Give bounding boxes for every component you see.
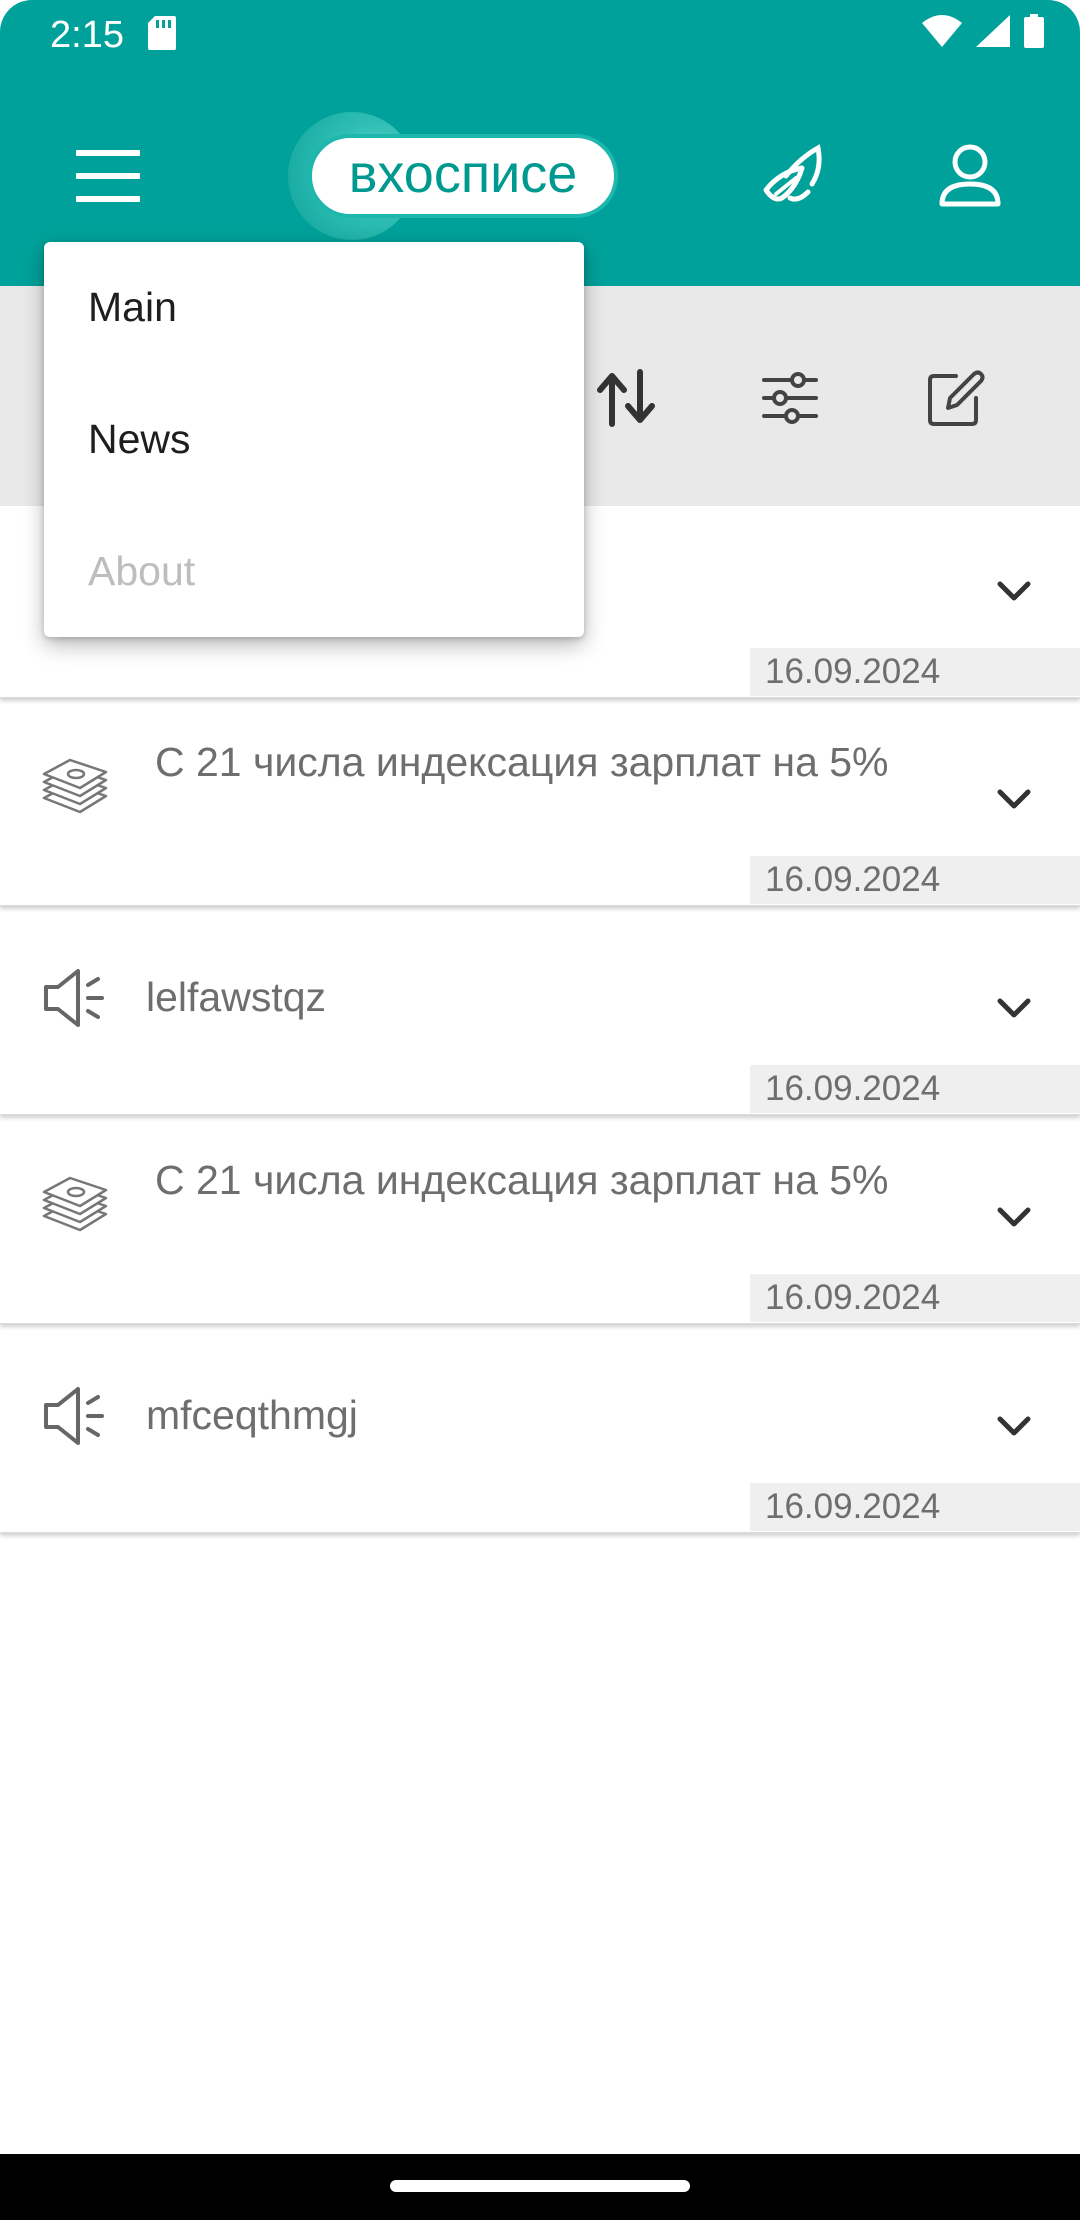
- news-item-date-box: 16.09.2024: [750, 856, 1080, 904]
- news-item-title: lelfawstqz: [146, 974, 327, 1020]
- app-logo: вхосписе: [288, 112, 618, 240]
- sort-icon[interactable]: [594, 366, 658, 430]
- news-item-date: 16.09.2024: [765, 1487, 941, 1526]
- money-icon: [42, 758, 108, 814]
- news-item-title: С 21 числа индексация зарплат на 5%: [155, 739, 889, 785]
- news-item-title: mfceqthmgj: [146, 1392, 358, 1438]
- leaf-icon[interactable]: [756, 138, 832, 214]
- status-time: 2:15: [50, 14, 124, 56]
- signal-icon: [976, 15, 1010, 47]
- system-nav-bar: [0, 2154, 1080, 2220]
- logo-text: вхосписе: [348, 144, 578, 204]
- battery-icon: [1024, 14, 1044, 48]
- menu-item-about: About: [88, 548, 196, 594]
- news-item[interactable]: С 21 числа индексация зарплат на 5% 16.0…: [0, 714, 1080, 906]
- news-item-date-box: 16.09.2024: [750, 648, 1080, 696]
- home-gesture-handle[interactable]: [390, 2180, 690, 2192]
- money-icon: [42, 1176, 108, 1232]
- news-item[interactable]: mfceqthmgj 16.09.2024: [0, 1341, 1080, 1533]
- news-item-date: 16.09.2024: [765, 1069, 941, 1108]
- chevron-down-icon[interactable]: [994, 1202, 1034, 1232]
- news-item-date-box: 16.09.2024: [750, 1274, 1080, 1322]
- chevron-down-icon[interactable]: [994, 784, 1034, 814]
- menu-item-main[interactable]: Main: [88, 284, 177, 331]
- app-screen: 2:15 вхосписе 16.09.2024 С 21 числа инде…: [0, 0, 1080, 2220]
- news-item-date-box: 16.09.2024: [750, 1065, 1080, 1113]
- chevron-down-icon[interactable]: [994, 576, 1034, 606]
- news-item[interactable]: lelfawstqz 16.09.2024: [0, 923, 1080, 1115]
- filter-icon[interactable]: [758, 366, 822, 430]
- news-item-date: 16.09.2024: [765, 1278, 941, 1317]
- nav-dropdown-menu: Main News About: [44, 242, 584, 637]
- sd-card-icon: [148, 16, 176, 55]
- news-item-date-box: 16.09.2024: [750, 1483, 1080, 1531]
- news-item-title: С 21 числа индексация зарплат на 5%: [155, 1157, 889, 1203]
- status-icons: [922, 14, 1044, 48]
- menu-item-news[interactable]: News: [88, 416, 191, 463]
- chevron-down-icon[interactable]: [994, 993, 1034, 1023]
- megaphone-icon: [44, 1387, 104, 1445]
- wifi-icon: [922, 15, 962, 47]
- chevron-down-icon[interactable]: [994, 1411, 1034, 1441]
- news-item-date: 16.09.2024: [765, 652, 941, 691]
- user-icon[interactable]: [932, 138, 1008, 214]
- edit-icon[interactable]: [922, 366, 986, 430]
- news-item[interactable]: С 21 числа индексация зарплат на 5% 16.0…: [0, 1132, 1080, 1324]
- menu-icon[interactable]: [76, 150, 140, 202]
- news-item-date: 16.09.2024: [765, 860, 941, 899]
- megaphone-icon: [44, 969, 104, 1027]
